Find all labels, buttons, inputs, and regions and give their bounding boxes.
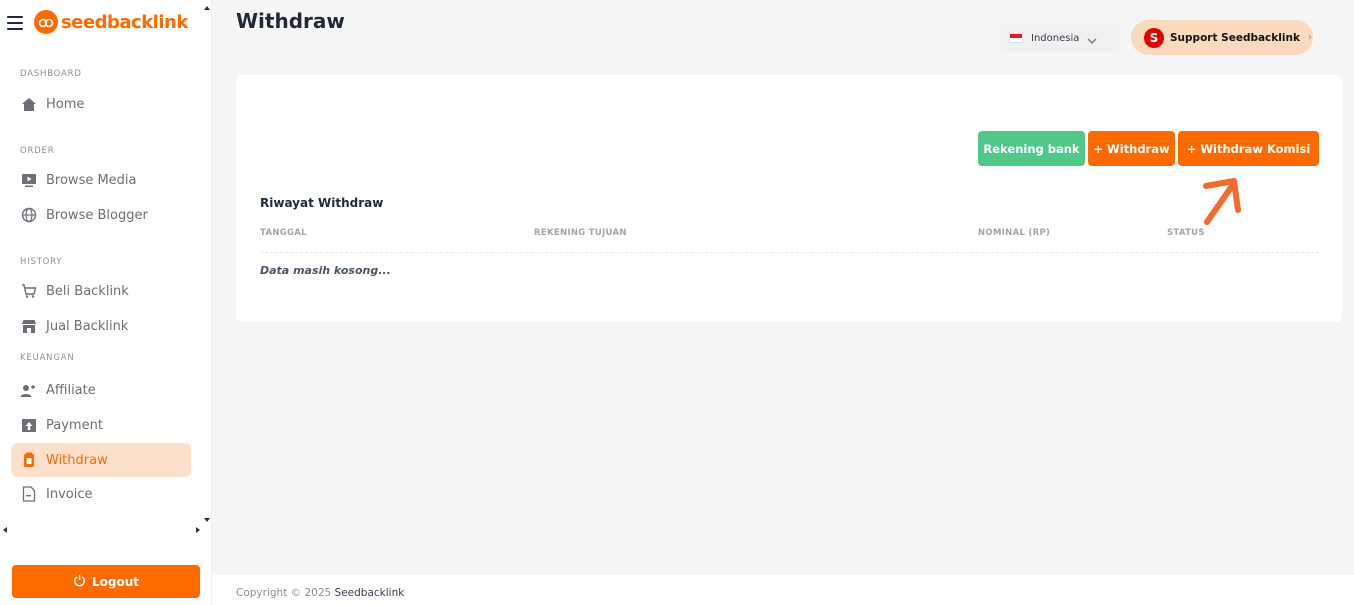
column-header-nominal: NOMINAL (RP)	[978, 228, 1051, 238]
sidebar-item-invoice[interactable]: Invoice	[11, 477, 191, 511]
support-label: Support Seedbacklink	[1170, 31, 1300, 44]
wallet-icon	[20, 452, 37, 469]
language-selector[interactable]: Indonesia	[1000, 24, 1120, 52]
column-header-tanggal: TANGGAL	[260, 228, 307, 238]
rekening-bank-button[interactable]: Rekening bank	[978, 131, 1085, 166]
sidebar-item-jual-backlink[interactable]: Jual Backlink	[11, 309, 191, 343]
section-order: ORDER	[20, 146, 55, 156]
sidebar-item-beli-backlink[interactable]: Beli Backlink	[11, 274, 191, 308]
add-withdraw-komisi-button[interactable]: + Withdraw Komisi	[1178, 131, 1319, 166]
section-dashboard: DASHBOARD	[20, 69, 82, 79]
sidebar-item-label: Withdraw	[46, 452, 108, 468]
globe-icon	[20, 207, 37, 224]
document-icon	[20, 486, 37, 503]
play-monitor-icon	[20, 172, 37, 189]
menu-toggle-icon[interactable]	[7, 16, 23, 30]
scroll-up-icon[interactable]	[204, 6, 210, 10]
home-icon	[20, 96, 37, 113]
empty-state-text: Data masih kosong...	[260, 264, 391, 277]
column-header-rekening-tujuan: REKENING TUJUAN	[534, 228, 627, 238]
sidebar-item-affiliate[interactable]: Affiliate	[11, 373, 191, 407]
sidebar-item-label: Beli Backlink	[46, 283, 129, 299]
sidebar-item-label: Invoice	[46, 486, 93, 502]
annotation-arrow-icon	[1192, 178, 1252, 232]
footer-copyright: Copyright © 2025 Seedbacklink	[236, 587, 404, 599]
sidebar-item-label: Payment	[46, 417, 103, 433]
sidebar-item-home[interactable]: Home	[11, 87, 191, 121]
sidebar-item-browse-blogger[interactable]: Browse Blogger	[11, 198, 191, 232]
logo-icon	[34, 10, 58, 34]
upload-box-icon	[20, 417, 37, 434]
sidebar-item-browse-media[interactable]: Browse Media	[11, 163, 191, 197]
language-label: Indonesia	[1031, 32, 1080, 44]
sidebar-item-label: Browse Media	[46, 172, 137, 188]
footer: Copyright © 2025 Seedbacklink	[212, 575, 1354, 605]
support-avatar: S	[1144, 27, 1164, 48]
cart-icon	[20, 283, 37, 300]
footer-brand-link[interactable]: Seedbacklink	[335, 587, 405, 599]
brand-logo[interactable]: seedbacklink	[34, 10, 188, 34]
section-title: Riwayat Withdraw	[260, 196, 384, 210]
sidebar-item-label: Affiliate	[46, 382, 96, 398]
store-icon	[20, 318, 37, 335]
support-button[interactable]: S Support Seedbacklink ›	[1131, 20, 1313, 55]
sidebar-item-label: Jual Backlink	[46, 318, 129, 334]
add-withdraw-button[interactable]: + Withdraw	[1088, 131, 1175, 166]
sidebar-item-label: Home	[46, 96, 85, 112]
page-title: Withdraw	[236, 9, 345, 33]
brand-name: seedbacklink	[61, 11, 188, 33]
logout-button[interactable]: Logout	[12, 565, 200, 598]
scroll-down-icon[interactable]	[204, 518, 210, 522]
table-divider	[260, 252, 1319, 253]
users-plus-icon	[20, 382, 37, 399]
logout-label: Logout	[91, 574, 139, 589]
indonesia-flag-icon	[1009, 33, 1023, 43]
scroll-right-icon[interactable]	[196, 527, 200, 533]
sidebar-item-payment[interactable]: Payment	[11, 408, 191, 442]
chevron-right-icon: ›	[1307, 32, 1312, 43]
sidebar: seedbacklink DASHBOARD Home ORDER Browse…	[0, 0, 212, 605]
power-icon	[73, 574, 86, 590]
section-history: HISTORY	[20, 257, 63, 267]
sidebar-item-withdraw[interactable]: Withdraw	[11, 443, 191, 477]
copyright-text: Copyright © 2025	[236, 587, 332, 599]
withdraw-card: Rekening bank + Withdraw + Withdraw Komi…	[236, 75, 1342, 322]
chevron-down-icon	[1087, 29, 1097, 48]
sidebar-item-label: Browse Blogger	[46, 207, 148, 223]
section-keuangan: KEUANGAN	[20, 353, 75, 363]
scroll-left-icon[interactable]	[3, 527, 7, 533]
